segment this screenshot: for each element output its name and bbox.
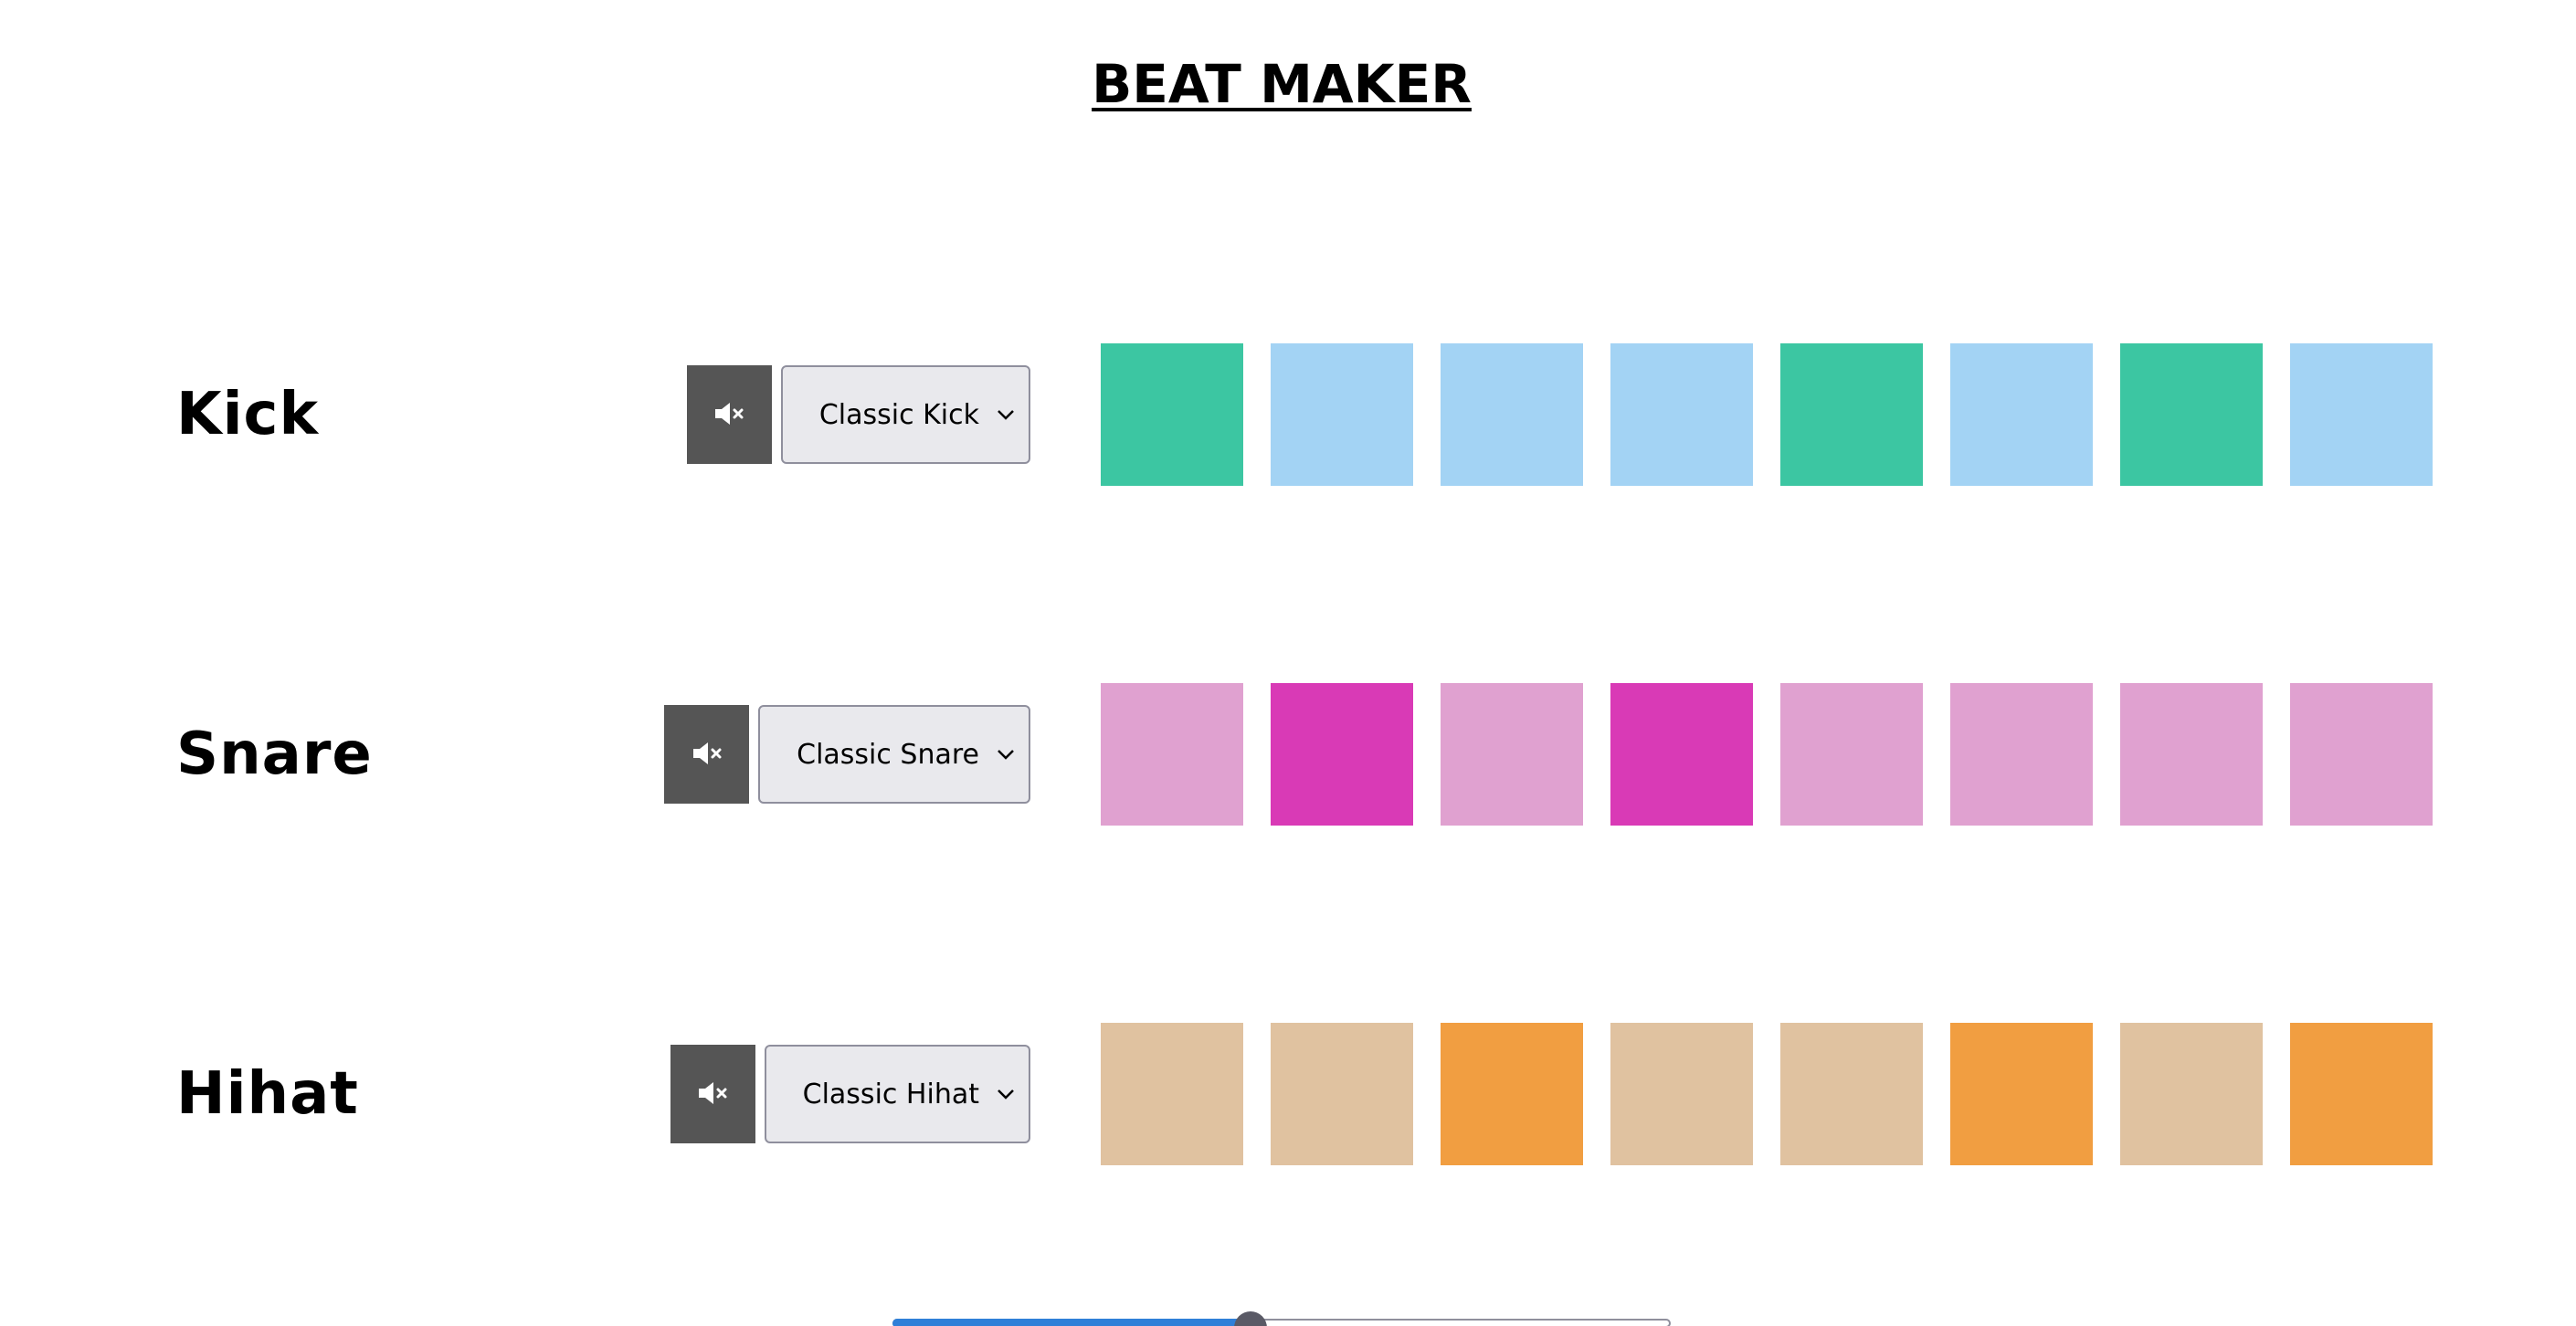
chevron-down-icon (998, 750, 1014, 760)
speaker-mute-icon (692, 741, 723, 769)
beat-pad[interactable] (1780, 683, 1923, 826)
page-title: BEAT MAKER (1092, 53, 1472, 115)
sound-select[interactable]: Classic Snare (758, 705, 1030, 804)
sound-select-value: Classic Snare (797, 738, 979, 771)
beat-pad[interactable] (2120, 1023, 2263, 1165)
chevron-down-icon (998, 1089, 1014, 1100)
beat-pad[interactable] (1271, 343, 1413, 486)
track-controls: Classic Snare (664, 704, 1030, 805)
beat-pad[interactable] (2120, 683, 2263, 826)
beat-pad[interactable] (1441, 1023, 1583, 1165)
beat-pad[interactable] (2120, 343, 2263, 486)
track-hihat: Hihat Classic Hihat (0, 1023, 2576, 1165)
beat-pad[interactable] (1780, 1023, 1923, 1165)
beat-pad[interactable] (1101, 1023, 1243, 1165)
pad-row (1101, 343, 2433, 486)
tempo-slider-thumb[interactable] (1233, 1311, 1267, 1326)
beat-pad[interactable] (1610, 683, 1753, 826)
beat-maker-page: BEAT MAKER Kick Classic Kick Snare Class… (0, 0, 2576, 1326)
beat-pad[interactable] (1950, 1023, 2093, 1165)
beat-pad[interactable] (1950, 343, 2093, 486)
pad-row (1101, 683, 2433, 826)
mute-button[interactable] (686, 365, 772, 464)
beat-pad[interactable] (1610, 343, 1753, 486)
speaker-mute-icon (713, 401, 744, 429)
tempo-slider-fill (892, 1319, 1251, 1326)
beat-pad[interactable] (2290, 343, 2433, 486)
beat-pad[interactable] (1101, 683, 1243, 826)
track-snare: Snare Classic Snare (0, 683, 2576, 826)
beat-pad[interactable] (1610, 1023, 1753, 1165)
track-name: Kick (176, 381, 320, 448)
sound-select[interactable]: Classic Hihat (764, 1045, 1030, 1143)
mute-button[interactable] (670, 1045, 755, 1143)
sound-select-value: Classic Hihat (802, 1078, 979, 1110)
sound-select-value: Classic Kick (818, 398, 979, 431)
mute-button[interactable] (664, 705, 750, 804)
beat-pad[interactable] (1271, 1023, 1413, 1165)
speaker-mute-icon (697, 1080, 728, 1109)
track-name: Hihat (176, 1060, 359, 1128)
track-controls: Classic Hihat (670, 1044, 1030, 1144)
chevron-down-icon (998, 410, 1014, 420)
tempo-slider[interactable] (892, 1311, 1671, 1326)
beat-pad[interactable] (2290, 683, 2433, 826)
pad-row (1101, 1023, 2433, 1165)
track-name: Snare (176, 721, 373, 788)
beat-pad[interactable] (1780, 343, 1923, 486)
sound-select[interactable]: Classic Kick (780, 365, 1030, 464)
beat-pad[interactable] (1441, 343, 1583, 486)
beat-pad[interactable] (1101, 343, 1243, 486)
track-controls: Classic Kick (686, 364, 1030, 465)
track-kick: Kick Classic Kick (0, 343, 2576, 486)
beat-pad[interactable] (1950, 683, 2093, 826)
beat-pad[interactable] (1271, 683, 1413, 826)
beat-pad[interactable] (1441, 683, 1583, 826)
beat-pad[interactable] (2290, 1023, 2433, 1165)
